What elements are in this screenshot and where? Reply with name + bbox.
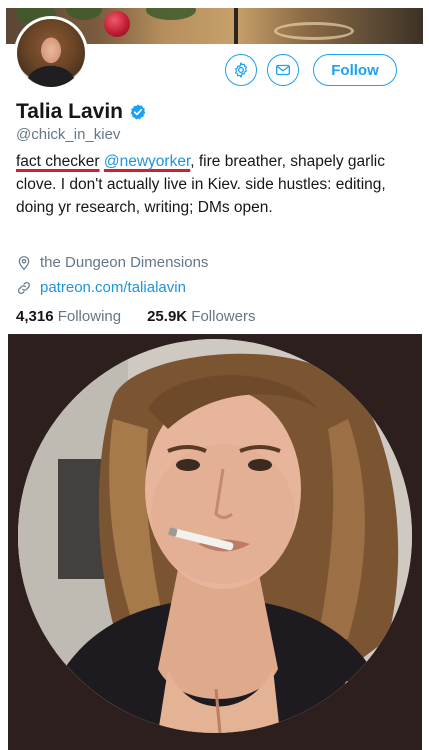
avatar-image — [17, 19, 85, 87]
location-row: the Dungeon Dimensions — [16, 254, 208, 271]
banner-foliage — [146, 8, 196, 20]
display-name: Talia Lavin — [16, 100, 123, 123]
banner-apple — [104, 11, 130, 37]
banner-foliage — [66, 8, 102, 20]
envelope-icon — [275, 64, 291, 76]
profile-name-row: Talia Lavin — [16, 100, 147, 124]
profile-page: Follow Talia Lavin @chick_in_kiev fact c… — [0, 0, 429, 750]
following-count-link[interactable]: 4,316 Following — [16, 308, 121, 325]
link-icon — [18, 281, 30, 294]
enlarged-photo-frame — [8, 334, 422, 750]
avatar[interactable] — [14, 16, 88, 90]
website-link[interactable]: patreon.com/talialavin — [40, 279, 186, 296]
location-text: the Dungeon Dimensions — [40, 254, 209, 271]
following-label: Following — [57, 308, 122, 325]
enlarged-profile-photo — [18, 339, 412, 733]
follow-button[interactable]: Follow — [313, 54, 397, 86]
banner-post — [234, 8, 238, 44]
bio-mention-link[interactable]: @newyorker — [104, 153, 190, 170]
bio-role: fact checker — [16, 153, 100, 170]
settings-button[interactable] — [225, 54, 257, 86]
followers-count-link[interactable]: 25.9K Followers — [147, 308, 255, 325]
following-count: 4,316 — [16, 308, 54, 325]
message-button[interactable] — [267, 54, 299, 86]
handle: @chick_in_kiev — [16, 126, 121, 143]
follow-counts: 4,316 Following 25.9K Followers — [16, 308, 255, 325]
portrait-illustration — [18, 339, 412, 733]
followers-label: Followers — [191, 308, 256, 325]
location-pin-icon — [18, 255, 30, 270]
gear-icon — [235, 62, 247, 78]
verified-badge-icon — [130, 104, 146, 120]
website-row[interactable]: patreon.com/talialavin — [16, 279, 186, 296]
followers-count: 25.9K — [147, 308, 188, 325]
bio: fact checker @newyorker, fire breather, … — [16, 150, 412, 219]
banner-ring — [274, 22, 354, 40]
